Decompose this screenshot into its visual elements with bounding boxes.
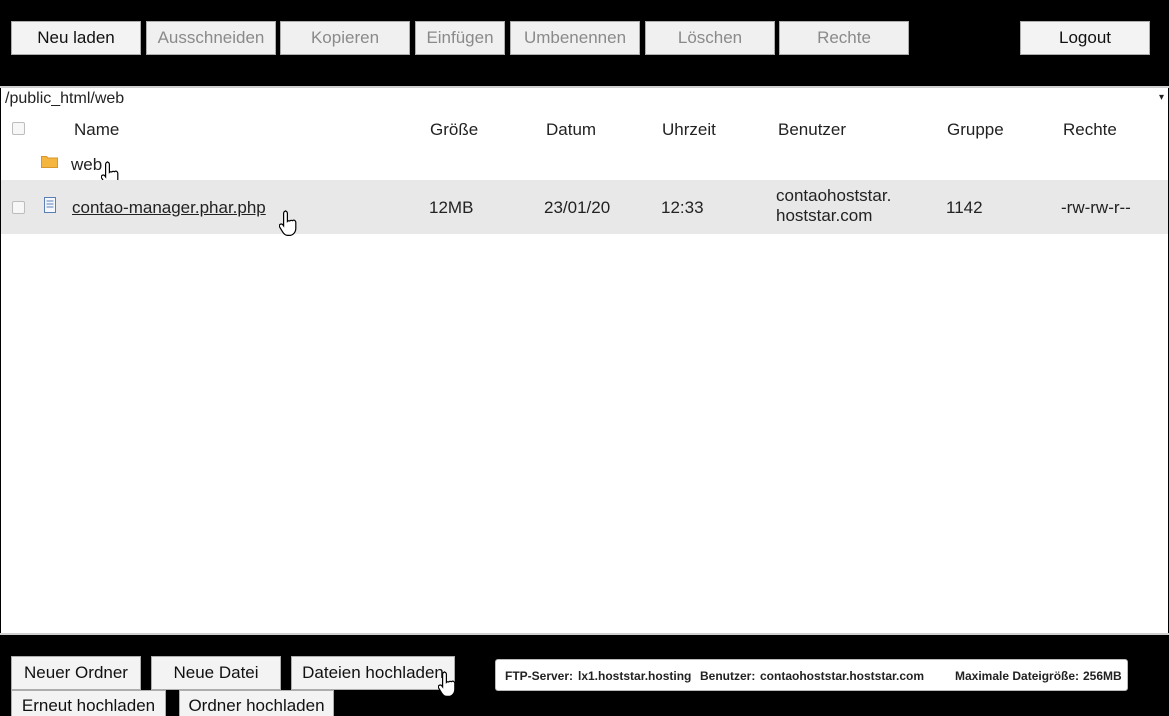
table-header: Name Größe Datum Uhrzeit Benutzer Gruppe… xyxy=(1,112,1168,146)
column-group[interactable]: Gruppe xyxy=(947,120,1004,140)
column-permissions[interactable]: Rechte xyxy=(1063,120,1117,140)
file-user-line2: hoststar.com xyxy=(776,206,873,225)
max-size-value: 256MB xyxy=(1083,669,1122,683)
hand-cursor-icon xyxy=(438,671,456,697)
table-row-folder[interactable]: web xyxy=(1,146,1168,187)
max-size-label: Maximale Dateigröße: xyxy=(955,669,1080,683)
new-folder-button[interactable]: Neuer Ordner xyxy=(11,656,141,690)
permissions-button[interactable]: Rechte xyxy=(779,21,909,55)
file-group: 1142 xyxy=(946,198,983,217)
column-name[interactable]: Name xyxy=(74,120,119,140)
server-info-panel: FTP-Server: lx1.hoststar.hosting Benutze… xyxy=(495,659,1128,691)
bottom-toolbar: Neuer Ordner Neue Datei Dateien hochlade… xyxy=(0,633,1169,716)
paste-button[interactable]: Einfügen xyxy=(415,21,505,55)
reupload-button[interactable]: Erneut hochladen xyxy=(11,690,166,716)
user-value: contaohoststar.hoststar.com xyxy=(760,669,925,683)
document-icon xyxy=(44,197,56,213)
copy-button[interactable]: Kopieren xyxy=(280,21,410,55)
upload-folder-button[interactable]: Ordner hochladen xyxy=(179,690,334,716)
new-file-button[interactable]: Neue Datei xyxy=(151,656,281,690)
row-checkbox[interactable] xyxy=(12,201,25,214)
file-permissions: -rw-rw-r-- xyxy=(1061,198,1131,217)
column-user[interactable]: Benutzer xyxy=(778,120,846,140)
column-time[interactable]: Uhrzeit xyxy=(662,120,716,140)
logout-button[interactable]: Logout xyxy=(1020,21,1150,55)
delete-button[interactable]: Löschen xyxy=(645,21,775,55)
select-all-checkbox[interactable] xyxy=(12,122,25,135)
rename-button[interactable]: Umbenennen xyxy=(510,21,640,55)
table-row-file[interactable]: contao-manager.phar.php 12MB 23/01/20 12… xyxy=(1,180,1168,236)
upload-files-button[interactable]: Dateien hochladen xyxy=(291,656,455,690)
file-list: Name Größe Datum Uhrzeit Benutzer Gruppe… xyxy=(1,112,1168,633)
user-label: Benutzer: xyxy=(700,669,756,683)
file-time: 12:33 xyxy=(661,198,704,217)
hand-cursor-icon xyxy=(279,210,297,236)
cut-button[interactable]: Ausschneiden xyxy=(146,21,276,55)
column-size[interactable]: Größe xyxy=(430,120,478,140)
ftp-server-value: lx1.hoststar.hosting xyxy=(578,669,692,683)
path-bar[interactable]: /public_html/web ▾ xyxy=(0,89,1169,111)
file-size: 12MB xyxy=(429,198,474,217)
current-path: /public_html/web xyxy=(5,90,125,107)
file-user-line1: contaohoststar. xyxy=(776,186,892,205)
file-date: 23/01/20 xyxy=(544,198,611,217)
column-date[interactable]: Datum xyxy=(546,120,596,140)
top-toolbar: Neu laden Ausschneiden Kopieren Einfügen… xyxy=(0,0,1169,88)
reload-button[interactable]: Neu laden xyxy=(11,21,141,55)
folder-icon xyxy=(41,156,58,168)
file-name-link[interactable]: contao-manager.phar.php xyxy=(72,198,266,218)
folder-name[interactable]: web xyxy=(71,155,102,175)
path-dropdown-icon[interactable]: ▾ xyxy=(1159,92,1164,103)
ftp-server-label: FTP-Server: xyxy=(505,669,574,683)
